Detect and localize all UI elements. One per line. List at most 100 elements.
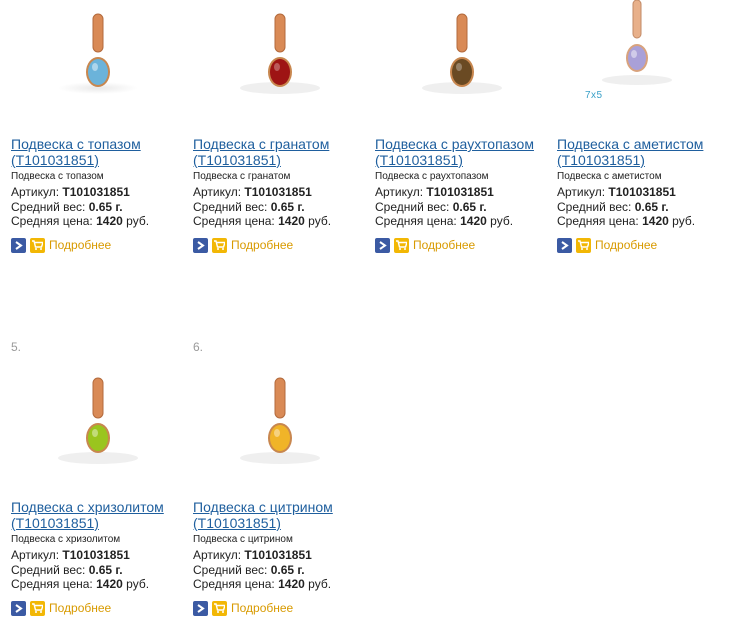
go-arrow-button[interactable] bbox=[11, 237, 26, 253]
size-note: 7x5 bbox=[585, 90, 603, 101]
product-subtitle: Подвеска с хризолитом bbox=[11, 534, 121, 545]
price-row: Средняя цена: 1420 руб. bbox=[193, 214, 332, 228]
add-to-cart-button[interactable] bbox=[212, 600, 227, 616]
price-value: 1420 bbox=[278, 577, 305, 591]
product-subtitle: Подвеска с топазом bbox=[11, 171, 104, 182]
product-title-link[interactable]: Подвеска с раухтопазом (T101031851) bbox=[375, 136, 555, 168]
product-card: Подвеска с топазом (T101031851) Подвеска… bbox=[11, 0, 186, 260]
cart-icon bbox=[214, 240, 225, 250]
cart-icon bbox=[396, 240, 407, 250]
details-link[interactable]: Подробнее bbox=[49, 238, 111, 252]
chevron-right-icon bbox=[197, 240, 205, 250]
article-row: Артикул: T101031851 bbox=[193, 185, 312, 199]
details-link[interactable]: Подробнее bbox=[49, 601, 111, 615]
product-subtitle: Подвеска с аметистом bbox=[557, 171, 662, 182]
pendant-image bbox=[240, 377, 320, 464]
product-photo[interactable] bbox=[375, 0, 550, 110]
go-arrow-button[interactable] bbox=[193, 600, 208, 616]
article-row: Артикул: T101031851 bbox=[193, 548, 312, 562]
add-to-cart-button[interactable] bbox=[394, 237, 409, 253]
product-title-link[interactable]: Подвеска с цитрином (T101031851) bbox=[193, 499, 373, 531]
article-value: T101031851 bbox=[62, 548, 130, 562]
article-value: T101031851 bbox=[608, 185, 676, 199]
article-row: Артикул: T101031851 bbox=[557, 185, 676, 199]
weight-value: 0.65 г. bbox=[270, 200, 305, 214]
go-arrow-button[interactable] bbox=[557, 237, 572, 253]
product-photo[interactable] bbox=[11, 360, 186, 470]
product-card: Подвеска с гранатом (T101031851) Подвеск… bbox=[193, 0, 368, 260]
product-title-link[interactable]: Подвеска с хризолитом (T101031851) bbox=[11, 499, 191, 531]
weight-row: Средний вес: 0.65 г. bbox=[193, 563, 305, 577]
price-value: 1420 bbox=[96, 577, 123, 591]
card-actions: Подробнее bbox=[193, 600, 293, 616]
card-actions: Подробнее bbox=[11, 600, 111, 616]
product-subtitle: Подвеска с гранатом bbox=[193, 171, 291, 182]
product-photo[interactable] bbox=[193, 360, 368, 470]
product-card: 7x5 Подвеска с аметистом (T101031851) По… bbox=[557, 0, 732, 260]
product-photo[interactable] bbox=[193, 0, 368, 110]
article-row: Артикул: T101031851 bbox=[11, 185, 130, 199]
add-to-cart-button[interactable] bbox=[30, 600, 45, 616]
weight-row: Средний вес: 0.65 г. bbox=[11, 563, 123, 577]
weight-value: 0.65 г. bbox=[270, 563, 305, 577]
product-title-link[interactable]: Подвеска с топазом (T101031851) bbox=[11, 136, 191, 168]
details-link[interactable]: Подробнее bbox=[595, 238, 657, 252]
pendant-image bbox=[602, 0, 672, 85]
weight-row: Средний вес: 0.65 г. bbox=[557, 200, 669, 214]
product-subtitle: Подвеска с цитрином bbox=[193, 534, 293, 545]
weight-value: 0.65 г. bbox=[88, 563, 123, 577]
card-actions: Подробнее bbox=[557, 237, 657, 253]
product-title-link[interactable]: Подвеска с аметистом (T101031851) bbox=[557, 136, 737, 168]
article-row: Артикул: T101031851 bbox=[375, 185, 494, 199]
price-value: 1420 bbox=[96, 214, 123, 228]
article-row: Артикул: T101031851 bbox=[11, 548, 130, 562]
add-to-cart-button[interactable] bbox=[576, 237, 591, 253]
pendant-image bbox=[240, 13, 320, 94]
product-card: 6. Подвеска с цитрином (T101031851) Подв… bbox=[193, 340, 368, 630]
pendant-image bbox=[58, 13, 138, 94]
pendant-image bbox=[58, 377, 138, 464]
cart-icon bbox=[32, 603, 43, 613]
item-number: 6. bbox=[193, 340, 204, 354]
card-actions: Подробнее bbox=[11, 237, 111, 253]
price-row: Средняя цена: 1420 руб. bbox=[11, 214, 150, 228]
weight-row: Средний вес: 0.65 г. bbox=[375, 200, 487, 214]
weight-row: Средний вес: 0.65 г. bbox=[11, 200, 123, 214]
pendant-image bbox=[422, 13, 502, 94]
product-card: Подвеска с раухтопазом (T101031851) Подв… bbox=[375, 0, 550, 260]
weight-value: 0.65 г. bbox=[634, 200, 669, 214]
go-arrow-button[interactable] bbox=[11, 600, 26, 616]
go-arrow-button[interactable] bbox=[375, 237, 390, 253]
chevron-right-icon bbox=[15, 240, 23, 250]
price-row: Средняя цена: 1420 руб. bbox=[375, 214, 514, 228]
product-title-link[interactable]: Подвеска с гранатом (T101031851) bbox=[193, 136, 373, 168]
weight-value: 0.65 г. bbox=[452, 200, 487, 214]
item-number: 5. bbox=[11, 340, 22, 354]
details-link[interactable]: Подробнее bbox=[231, 238, 293, 252]
weight-row: Средний вес: 0.65 г. bbox=[193, 200, 305, 214]
chevron-right-icon bbox=[197, 603, 205, 613]
details-link[interactable]: Подробнее bbox=[231, 601, 293, 615]
card-actions: Подробнее bbox=[193, 237, 293, 253]
product-photo[interactable]: 7x5 bbox=[557, 0, 732, 110]
cart-icon bbox=[214, 603, 225, 613]
price-value: 1420 bbox=[642, 214, 669, 228]
price-row: Средняя цена: 1420 руб. bbox=[11, 577, 150, 591]
add-to-cart-button[interactable] bbox=[212, 237, 227, 253]
price-row: Средняя цена: 1420 руб. bbox=[193, 577, 332, 591]
article-value: T101031851 bbox=[426, 185, 494, 199]
price-value: 1420 bbox=[278, 214, 305, 228]
chevron-right-icon bbox=[561, 240, 569, 250]
product-photo[interactable] bbox=[11, 0, 186, 110]
cart-icon bbox=[578, 240, 589, 250]
details-link[interactable]: Подробнее bbox=[413, 238, 475, 252]
article-value: T101031851 bbox=[244, 185, 312, 199]
card-actions: Подробнее bbox=[375, 237, 475, 253]
product-subtitle: Подвеска с раухтопазом bbox=[375, 171, 489, 182]
price-value: 1420 bbox=[460, 214, 487, 228]
go-arrow-button[interactable] bbox=[193, 237, 208, 253]
chevron-right-icon bbox=[379, 240, 387, 250]
article-value: T101031851 bbox=[62, 185, 130, 199]
add-to-cart-button[interactable] bbox=[30, 237, 45, 253]
chevron-right-icon bbox=[15, 603, 23, 613]
